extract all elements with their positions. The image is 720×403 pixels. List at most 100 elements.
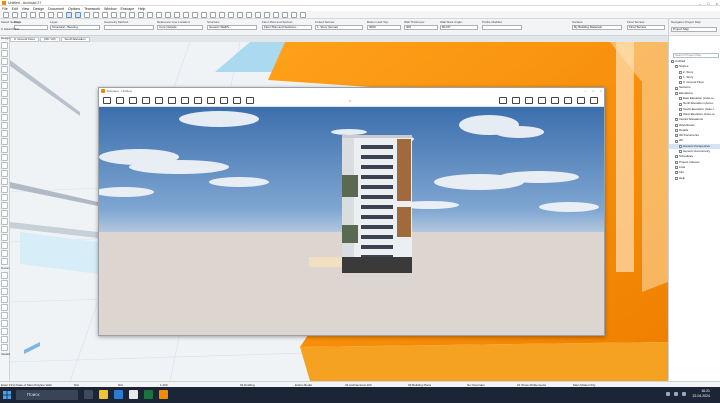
design-tool-icon[interactable] bbox=[1, 234, 8, 241]
infobox-field[interactable] bbox=[482, 25, 522, 30]
menu-window[interactable]: Window bbox=[104, 7, 116, 11]
menu-document[interactable]: Document bbox=[48, 7, 64, 11]
design-tool-icon[interactable] bbox=[1, 218, 8, 225]
edge-icon[interactable] bbox=[114, 390, 123, 399]
design-tool-icon[interactable] bbox=[1, 258, 8, 265]
toolbar-button-icon[interactable] bbox=[282, 11, 288, 18]
design-tool-icon[interactable] bbox=[1, 170, 8, 177]
design-tool-icon[interactable] bbox=[1, 74, 8, 81]
toolbar-button-icon[interactable] bbox=[48, 11, 54, 18]
document-tool-icon[interactable] bbox=[1, 312, 8, 319]
infobox-field[interactable]: Generic Wall/S... bbox=[207, 25, 257, 30]
toolbar-button-icon[interactable] bbox=[192, 11, 198, 18]
image-icon[interactable] bbox=[220, 96, 228, 104]
menu-view[interactable]: View bbox=[22, 7, 30, 11]
tab-ground-floor[interactable]: 0. Ground Floor bbox=[10, 36, 40, 42]
toolbar-button-icon[interactable] bbox=[30, 11, 36, 18]
store-icon[interactable] bbox=[129, 390, 138, 399]
toolbar-button-icon[interactable] bbox=[255, 11, 261, 18]
taskbar-search-input[interactable]: Поиск bbox=[16, 390, 78, 400]
help-icon[interactable] bbox=[590, 97, 598, 104]
toolbar-button-icon[interactable] bbox=[75, 11, 81, 18]
toolbar-button-icon[interactable] bbox=[21, 11, 27, 18]
toolbar-button-icon[interactable] bbox=[210, 11, 216, 18]
toolbar-button-icon[interactable] bbox=[12, 11, 18, 18]
menu-design[interactable]: Design bbox=[33, 7, 44, 11]
network-icon[interactable] bbox=[666, 392, 670, 396]
toolbar-button-icon[interactable] bbox=[219, 11, 225, 18]
toolbar-button-icon[interactable] bbox=[246, 11, 252, 18]
document-tool-icon[interactable] bbox=[1, 304, 8, 311]
navigator-search-input[interactable]: Search Project Map bbox=[673, 53, 719, 58]
menu-enscape[interactable]: Enscape bbox=[121, 7, 135, 11]
close-icon[interactable]: × bbox=[716, 1, 718, 6]
toolbar-button-icon[interactable] bbox=[3, 11, 9, 18]
toolbar-button-icon[interactable] bbox=[120, 11, 126, 18]
toolbar-button-icon[interactable] bbox=[174, 11, 180, 18]
design-tool-icon[interactable] bbox=[1, 210, 8, 217]
tab-south-elevation[interactable]: South Elevation bbox=[60, 36, 90, 42]
design-tool-icon[interactable] bbox=[1, 146, 8, 153]
toolbar-button-icon[interactable] bbox=[201, 11, 207, 18]
design-tool-icon[interactable] bbox=[1, 154, 8, 161]
binoculars-icon[interactable] bbox=[155, 96, 163, 104]
info-icon[interactable] bbox=[577, 97, 585, 104]
infobox-field[interactable] bbox=[104, 25, 154, 30]
toolbar-button-icon[interactable] bbox=[228, 11, 234, 18]
toolbar-button-icon[interactable] bbox=[129, 11, 135, 18]
menu-options[interactable]: Options bbox=[68, 7, 80, 11]
toolbar-button-icon[interactable] bbox=[102, 11, 108, 18]
sync-icon[interactable] bbox=[142, 96, 150, 104]
design-tool-icon[interactable] bbox=[1, 138, 8, 145]
toolbar-button-icon[interactable] bbox=[57, 11, 63, 18]
tab-3d-all[interactable]: (3D / All) bbox=[40, 36, 60, 42]
design-tool-icon[interactable] bbox=[1, 98, 8, 105]
asset-icon[interactable] bbox=[168, 96, 176, 104]
video-icon[interactable] bbox=[181, 96, 189, 104]
document-tool-icon[interactable] bbox=[1, 344, 8, 351]
atmosphere-icon[interactable] bbox=[551, 97, 559, 104]
project-map-item[interactable]: Help bbox=[669, 176, 720, 181]
design-tool-icon[interactable] bbox=[1, 178, 8, 185]
design-tool-icon[interactable] bbox=[1, 194, 8, 201]
toolbar-button-icon[interactable] bbox=[273, 11, 279, 18]
design-tool-icon[interactable] bbox=[1, 50, 8, 57]
toolbar-button-icon[interactable] bbox=[264, 11, 270, 18]
infobox-field[interactable]: Core Outside bbox=[157, 25, 203, 30]
camera-icon[interactable] bbox=[116, 96, 124, 104]
document-tool-icon[interactable] bbox=[1, 328, 8, 335]
infobox-field[interactable]: Final Terrace bbox=[627, 25, 665, 30]
render-icon[interactable] bbox=[233, 96, 241, 104]
settings-icon[interactable] bbox=[564, 97, 572, 104]
navigator-view-select[interactable]: Project Map bbox=[671, 27, 717, 32]
toolbar-button-icon[interactable] bbox=[300, 11, 306, 18]
design-tool-icon[interactable] bbox=[1, 202, 8, 209]
windows-start-icon[interactable] bbox=[3, 391, 11, 399]
design-tool-icon[interactable] bbox=[1, 90, 8, 97]
menu-edit[interactable]: Edit bbox=[12, 7, 18, 11]
infobox-field[interactable]: 90.00° bbox=[440, 25, 478, 30]
infobox-field[interactable]: 3000 bbox=[367, 25, 401, 30]
feedback-icon[interactable] bbox=[525, 97, 533, 104]
view-icon[interactable] bbox=[499, 97, 507, 104]
task-view-icon[interactable] bbox=[84, 390, 93, 399]
design-tool-icon[interactable] bbox=[1, 66, 8, 73]
toolbar-button-icon[interactable] bbox=[291, 11, 297, 18]
menu-teamwork[interactable]: Teamwork bbox=[84, 7, 100, 11]
minimize-icon[interactable]: – bbox=[699, 1, 701, 6]
design-tool-icon[interactable] bbox=[1, 82, 8, 89]
collab-icon[interactable] bbox=[512, 97, 520, 104]
home-icon[interactable] bbox=[103, 96, 111, 104]
toolbar-button-icon[interactable] bbox=[156, 11, 162, 18]
design-tool-icon[interactable] bbox=[1, 226, 8, 233]
volume-icon[interactable] bbox=[674, 392, 678, 396]
toolbar-button-icon[interactable] bbox=[66, 11, 72, 18]
design-tool-icon[interactable] bbox=[1, 106, 8, 113]
archicad-taskbar-icon[interactable] bbox=[159, 390, 168, 399]
battery-icon[interactable] bbox=[682, 392, 686, 396]
design-tool-icon[interactable] bbox=[1, 242, 8, 249]
toolbar-button-icon[interactable] bbox=[165, 11, 171, 18]
document-tool-icon[interactable] bbox=[1, 280, 8, 287]
toolbar-button-icon[interactable] bbox=[138, 11, 144, 18]
panorama-icon[interactable] bbox=[207, 96, 215, 104]
